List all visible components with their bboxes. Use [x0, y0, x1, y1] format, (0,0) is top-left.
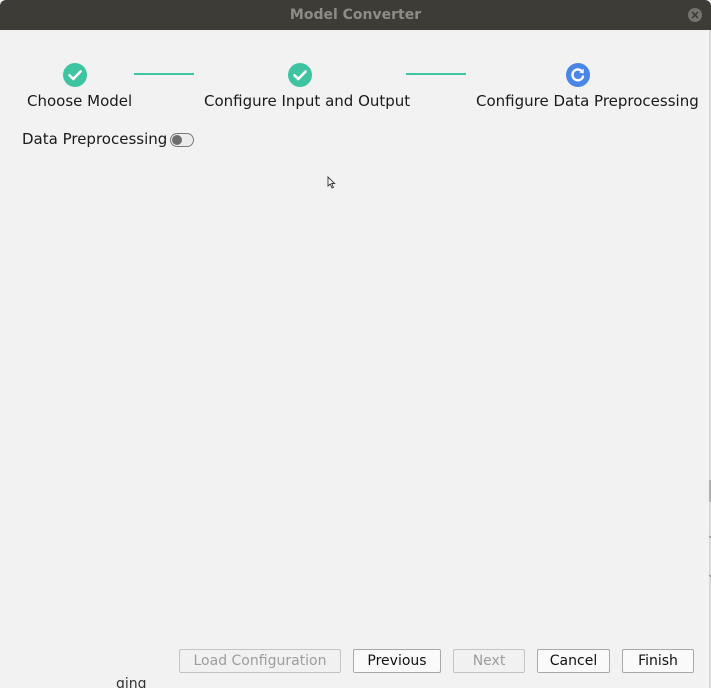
close-icon	[691, 11, 699, 19]
window-title: Model Converter	[289, 7, 422, 23]
step-label-choose-model: Choose Model	[27, 92, 133, 110]
step-connector	[134, 73, 194, 75]
previous-button[interactable]: Previous	[353, 649, 441, 673]
step-label-configure-io: Configure Input and Output	[204, 92, 411, 110]
next-button[interactable]: Next	[453, 649, 525, 673]
toggle-knob	[172, 135, 182, 145]
mouse-pointer-icon	[327, 176, 336, 189]
background-window-edge	[708, 480, 711, 578]
title-bar: Model Converter	[0, 0, 711, 30]
close-button[interactable]	[688, 8, 702, 22]
refresh-circle-icon	[566, 63, 590, 87]
cancel-button[interactable]: Cancel	[537, 649, 610, 673]
check-circle-icon	[288, 63, 312, 87]
step-label-data-preprocessing: Configure Data Preprocessing	[476, 92, 699, 110]
data-preprocessing-toggle[interactable]	[170, 133, 194, 147]
load-configuration-button[interactable]: Load Configuration	[179, 649, 341, 673]
finish-button[interactable]: Finish	[622, 649, 694, 673]
check-circle-icon	[63, 63, 87, 87]
step-connector	[406, 73, 466, 75]
data-preprocessing-label: Data Preprocessing	[22, 130, 168, 148]
dialog-body	[0, 30, 709, 688]
background-window-text: ging	[116, 676, 147, 688]
